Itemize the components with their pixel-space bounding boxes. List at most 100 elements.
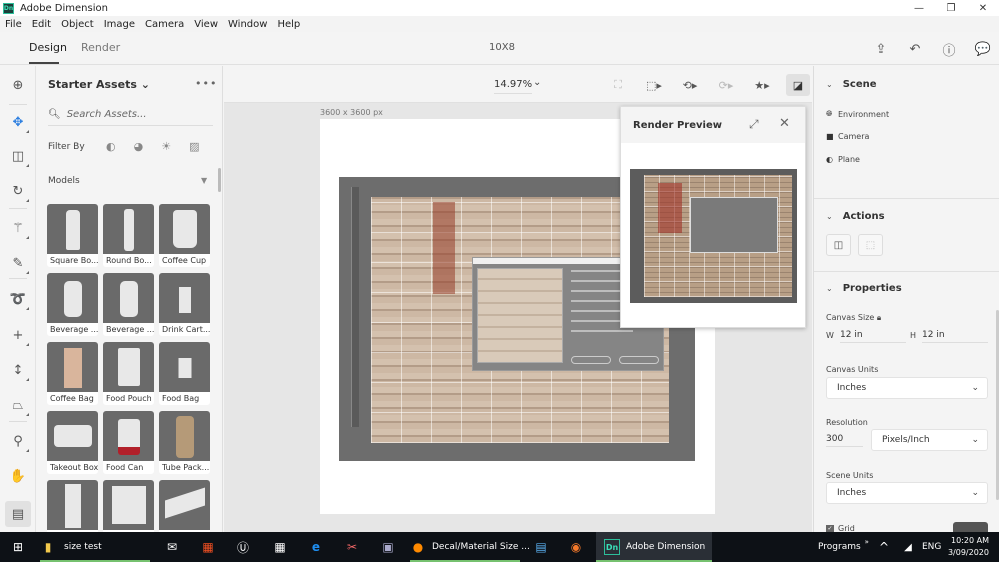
asset-card[interactable]: Tube Pack... xyxy=(159,411,210,474)
restore-button[interactable]: ❐ xyxy=(935,0,967,16)
camera-redo-icon[interactable]: ⟳▸ xyxy=(714,74,738,96)
camera-action-button[interactable]: ⬚ xyxy=(858,234,883,256)
taskbar-item-adobe-dimension[interactable]: Dn Adobe Dimension xyxy=(596,532,712,562)
taskbar-item-folder[interactable]: ▮ size test xyxy=(40,532,150,562)
select-move-icon[interactable]: ✥ xyxy=(5,109,31,135)
programs-toolbar[interactable]: Programs» xyxy=(818,532,869,562)
photos-icon[interactable]: ▣ xyxy=(380,532,396,562)
scene-units-select[interactable]: Inches ⌄ xyxy=(826,482,988,504)
zoom-level-field[interactable]: 14.97% xyxy=(494,79,533,94)
store-icon[interactable]: ▦ xyxy=(200,532,216,562)
more-options-button[interactable]: ••• xyxy=(195,77,217,90)
asset-card[interactable]: Coffee Cup xyxy=(159,204,210,267)
grid-checkbox[interactable]: ✓ Grid xyxy=(826,524,855,532)
system-clock[interactable]: 10:20 AM 3/09/2020 xyxy=(948,535,989,559)
tab-design[interactable]: Design xyxy=(29,41,67,54)
dolly-icon[interactable]: ↕ xyxy=(5,357,31,383)
menu-window[interactable]: Window xyxy=(223,19,272,30)
taskbar-item-firefox[interactable]: ● Decal/Material Size ... xyxy=(410,532,530,562)
help-icon[interactable]: ⓘ xyxy=(939,39,959,59)
control-panel-icon[interactable]: ▤ xyxy=(533,532,549,562)
menu-help[interactable]: Help xyxy=(272,19,305,30)
orbit-icon[interactable]: ↻ xyxy=(5,178,31,204)
scene-item-camera[interactable]: ■ Camera xyxy=(826,132,869,141)
menu-image[interactable]: Image xyxy=(99,19,140,30)
menu-object[interactable]: Object xyxy=(56,19,99,30)
close-button[interactable]: ✕ xyxy=(967,0,999,16)
asset-card[interactable]: Beverage ... xyxy=(103,273,154,336)
camera-favorite-icon[interactable]: ★▸ xyxy=(750,74,774,96)
menu-view[interactable]: View xyxy=(189,19,223,30)
eyedropper-icon[interactable]: ✎ xyxy=(5,250,31,276)
pan-move-icon[interactable]: + xyxy=(5,322,31,348)
undo-icon[interactable]: ↶ xyxy=(905,39,925,59)
asset-card[interactable]: Food Can xyxy=(103,411,154,474)
assets-scrollbar[interactable] xyxy=(218,168,221,192)
light-filter-icon[interactable]: ☀ xyxy=(161,140,171,153)
tab-render[interactable]: Render xyxy=(81,41,120,54)
menu-edit[interactable]: Edit xyxy=(27,19,56,30)
wifi-icon[interactable]: ◢ xyxy=(900,532,916,562)
lock-icon[interactable]: 🔒︎ xyxy=(877,313,881,322)
model-filter-icon[interactable]: ◐ xyxy=(106,140,116,153)
asset-card[interactable]: Food Bag xyxy=(159,342,210,405)
asset-card[interactable] xyxy=(47,480,98,532)
hand-icon[interactable]: ✋ xyxy=(5,463,31,489)
scene-item-plane[interactable]: ◐ Plane xyxy=(826,155,860,164)
panel-action-button[interactable] xyxy=(953,522,988,532)
asset-card[interactable] xyxy=(159,480,210,532)
canvas-height-field[interactable]: 12 in xyxy=(922,330,988,343)
actions-section-header[interactable]: ⌄ Actions xyxy=(826,211,885,222)
edge-icon[interactable]: e xyxy=(308,532,324,562)
rectangle-select-icon[interactable]: ◫ xyxy=(5,143,31,169)
assets-source-dropdown[interactable]: Starter Assets ⌄ xyxy=(48,78,150,91)
asset-card[interactable]: Beverage ... xyxy=(47,273,98,336)
frame-icon[interactable]: ⛶ xyxy=(606,74,630,96)
material-filter-icon[interactable]: ◕ xyxy=(134,140,144,153)
calendar-icon[interactable]: ▦ xyxy=(272,532,288,562)
canvas-units-select[interactable]: Inches ⌄ xyxy=(826,377,988,399)
scene-section-header[interactable]: ⌄ Scene xyxy=(826,79,877,90)
asset-card[interactable] xyxy=(103,480,154,532)
search-assets-field[interactable]: 🔍︎ Search Assets... xyxy=(48,104,213,126)
unreal-engine-icon[interactable]: Ⓤ xyxy=(235,532,251,562)
windows-start-icon[interactable]: ⊞ xyxy=(10,532,26,562)
render-preview-icon[interactable]: ◪ xyxy=(786,74,810,96)
resolution-field[interactable]: 300 xyxy=(826,434,863,447)
zoom-icon[interactable]: ⚲ xyxy=(5,428,31,454)
fit-canvas-action-button[interactable]: ◫ xyxy=(826,234,851,256)
asset-card[interactable]: Food Pouch xyxy=(103,342,154,405)
blender-icon[interactable]: ◉ xyxy=(568,532,584,562)
perspective-icon[interactable]: ⏢ xyxy=(5,392,31,418)
properties-section-header[interactable]: ⌄ Properties xyxy=(826,283,902,294)
models-collapse-icon[interactable]: ▼ xyxy=(201,176,207,185)
resolution-unit-select[interactable]: Pixels/Inch ⌄ xyxy=(871,429,988,451)
camera-undo-icon[interactable]: ⟲▸ xyxy=(678,74,702,96)
assets-panel-icon[interactable]: ▤ xyxy=(5,501,31,527)
asset-card[interactable]: Coffee Bag xyxy=(47,342,98,405)
asset-card[interactable]: Drink Cart... xyxy=(159,273,210,336)
language-indicator[interactable]: ENG xyxy=(922,532,941,562)
feedback-icon[interactable]: 💬 xyxy=(973,39,993,59)
snipping-tool-icon[interactable]: ✂ xyxy=(344,532,360,562)
share-icon[interactable]: ⇪ xyxy=(871,39,891,59)
close-icon[interactable]: ✕ xyxy=(779,116,790,131)
search-input[interactable]: Search Assets... xyxy=(67,109,147,120)
magic-wand-icon[interactable]: ⚚ xyxy=(5,215,31,241)
menu-camera[interactable]: Camera xyxy=(140,19,189,30)
mail-icon[interactable]: ✉ xyxy=(164,532,180,562)
asset-card[interactable]: Square Bo... xyxy=(47,204,98,267)
image-filter-icon[interactable]: ▨ xyxy=(189,140,199,153)
lasso-icon[interactable]: ➰ xyxy=(5,286,31,312)
scene-item-environment[interactable]: 🌐︎ Environment xyxy=(826,109,889,119)
expand-icon[interactable]: ⤢ xyxy=(749,117,759,132)
minimize-button[interactable]: — xyxy=(903,0,935,16)
zoom-dropdown-chevron-icon[interactable]: ⌄ xyxy=(533,77,541,88)
canvas-width-field[interactable]: 12 in xyxy=(840,330,906,343)
asset-card[interactable]: Round Bo... xyxy=(103,204,154,267)
menu-file[interactable]: File xyxy=(0,19,27,30)
asset-card[interactable]: Takeout Box xyxy=(47,411,98,474)
add-content-icon[interactable]: ⊕ xyxy=(5,72,31,98)
show-hidden-icons-chevron-icon[interactable]: ^ xyxy=(876,532,892,562)
camera-bookmark-icon[interactable]: ⬚▸ xyxy=(642,74,666,96)
